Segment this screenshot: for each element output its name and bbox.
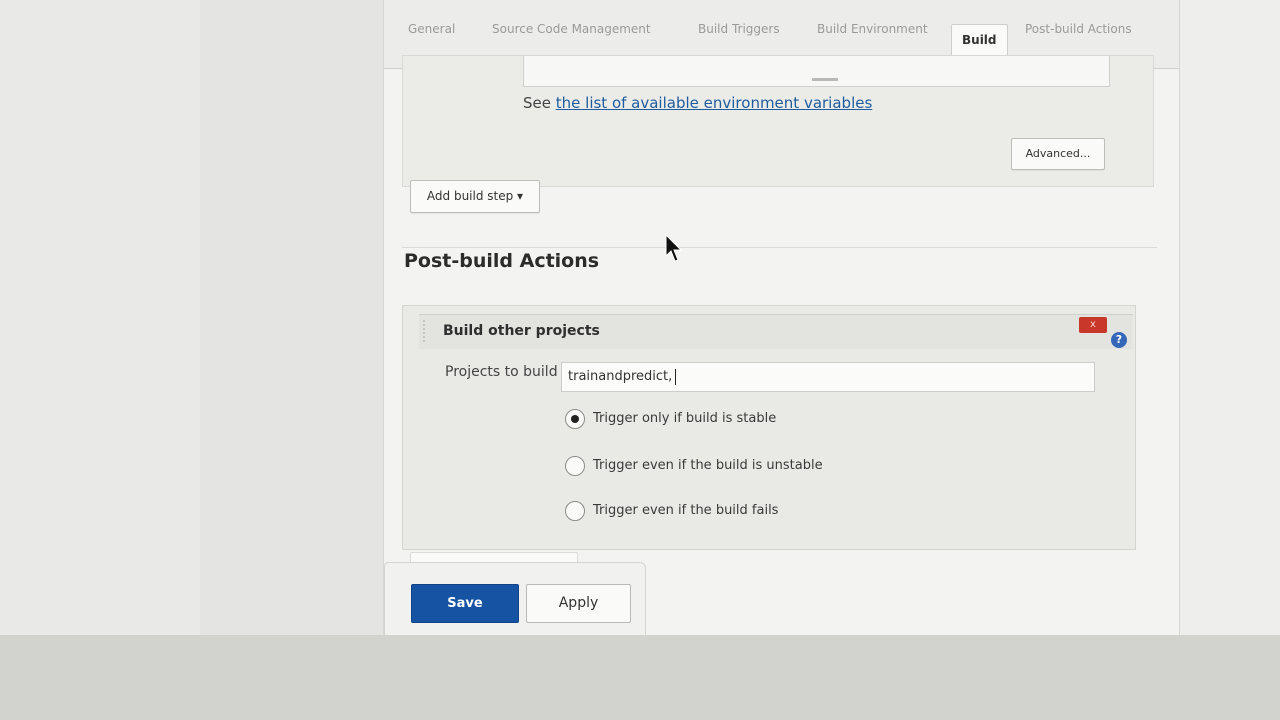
env-variables-note: See the list of available environment va… <box>523 94 872 112</box>
radio-label-unstable: Trigger even if the build is unstable <box>593 458 823 473</box>
radio-button-checked[interactable] <box>565 409 585 429</box>
radio-label-fails: Trigger even if the build fails <box>593 503 779 518</box>
env-variables-link[interactable]: the list of available environment variab… <box>556 94 873 112</box>
execute-shell-step: See the list of available environment va… <box>402 55 1154 187</box>
command-textarea[interactable] <box>523 56 1110 87</box>
save-apply-bar: Save Apply <box>384 562 646 635</box>
panel-title: Build other projects <box>443 323 600 339</box>
add-build-step-button[interactable]: Add build step ▾ <box>410 180 540 213</box>
save-button[interactable]: Save <box>411 584 519 623</box>
monitor-bezel <box>0 635 1280 720</box>
radio-button[interactable] <box>565 501 585 521</box>
tab-post-build-actions[interactable]: Post-build Actions <box>1025 22 1132 36</box>
advanced-button[interactable]: Advanced... <box>1011 138 1105 170</box>
post-build-section-title: Post-build Actions <box>404 250 600 272</box>
projects-to-build-value: trainandpredict, <box>568 369 673 384</box>
textarea-resize-handle[interactable] <box>812 78 838 81</box>
delete-icon[interactable]: x <box>1079 317 1107 333</box>
section-divider <box>402 247 1157 248</box>
tab-build[interactable]: Build <box>951 24 1008 55</box>
tab-build-triggers[interactable]: Build Triggers <box>698 22 780 36</box>
tab-general[interactable]: General <box>408 22 455 36</box>
job-config-page: General Source Code Management Build Tri… <box>383 0 1180 635</box>
projects-to-build-label: Projects to build <box>445 364 558 380</box>
drag-handle[interactable] <box>423 320 433 342</box>
radio-label-stable: Trigger only if build is stable <box>593 411 777 426</box>
tab-build-environment[interactable]: Build Environment <box>817 22 928 36</box>
env-note-prefix: See <box>523 94 551 112</box>
desktop-background-left <box>0 0 200 635</box>
help-icon[interactable]: ? <box>1111 332 1127 348</box>
apply-button[interactable]: Apply <box>526 584 631 623</box>
text-caret <box>675 368 677 385</box>
build-other-projects-panel: Build other projects x ? Projects to bui… <box>402 305 1136 550</box>
mouse-cursor-icon <box>665 234 683 262</box>
radio-button[interactable] <box>565 456 585 476</box>
tab-source-code-management[interactable]: Source Code Management <box>492 22 651 36</box>
projects-to-build-input[interactable]: trainandpredict, <box>561 362 1095 392</box>
